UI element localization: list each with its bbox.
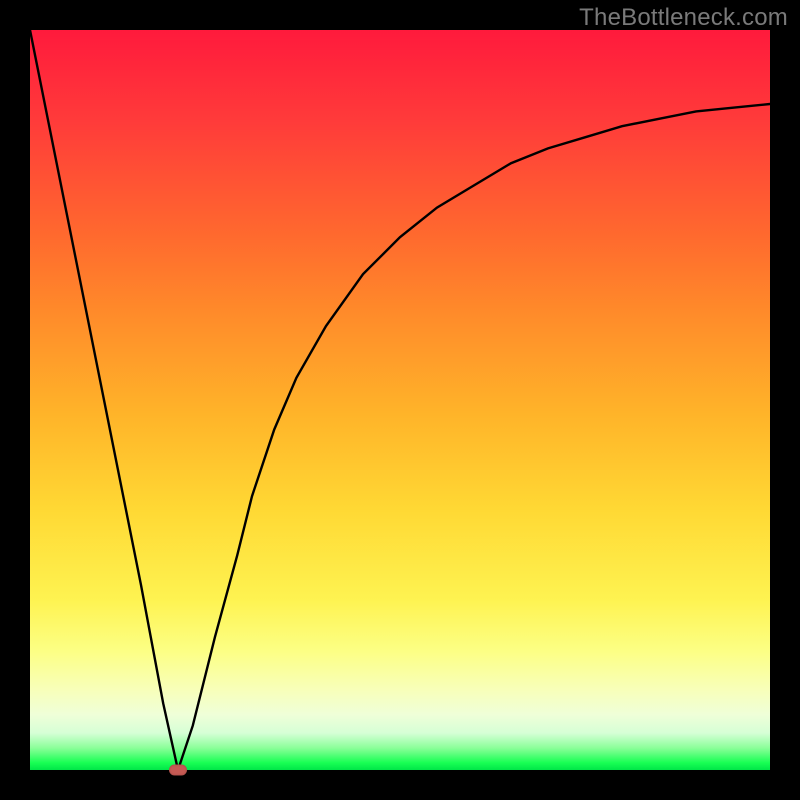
chart-frame: TheBottleneck.com xyxy=(0,0,800,800)
plot-area xyxy=(30,30,770,770)
watermark-text: TheBottleneck.com xyxy=(579,4,788,32)
bottleneck-curve xyxy=(30,30,770,770)
min-marker xyxy=(169,765,187,776)
